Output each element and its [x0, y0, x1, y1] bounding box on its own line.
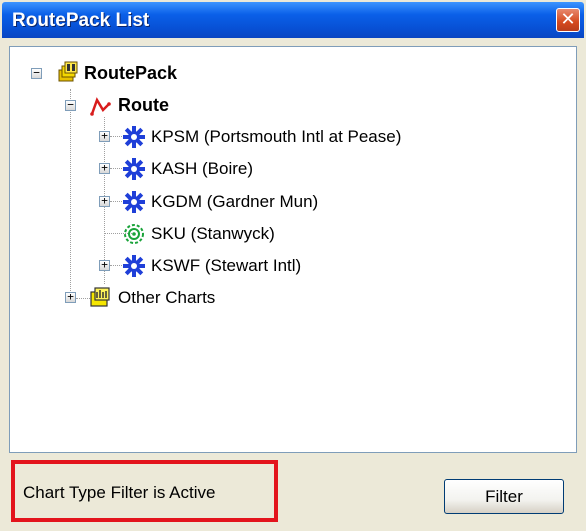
tree-node-waypoint[interactable]: SKU (Stanwyck): [10, 221, 510, 247]
collapse-toggle[interactable]: −: [65, 99, 76, 111]
tree-node-other-charts[interactable]: + Other Charts: [10, 285, 310, 311]
tree-node-label: Route: [118, 95, 169, 115]
route-icon: [90, 97, 111, 116]
filter-status-text: Chart Type Filter is Active: [23, 483, 216, 502]
title-bar[interactable]: RoutePack List ✕: [2, 2, 584, 38]
window-title: RoutePack List: [12, 10, 150, 31]
expand-toggle[interactable]: +: [65, 291, 76, 303]
tree-node-label: RoutePack: [84, 63, 178, 83]
close-button[interactable]: ✕: [556, 8, 580, 32]
tree-node-label: KASH (Boire): [151, 159, 254, 178]
airport-icon: [123, 158, 145, 180]
airport-icon: [123, 191, 145, 213]
expand-toggle[interactable]: +: [99, 259, 110, 271]
tree-node-waypoint[interactable]: + KGDM (Gardner Mun): [10, 189, 510, 215]
routepack-tree[interactable]: − RoutePack − Route + KPSM (Portsmouth I…: [9, 46, 577, 453]
airport-icon: [123, 255, 145, 277]
airport-icon: [123, 126, 145, 148]
tree-node-label: KSWF (Stewart Intl): [151, 256, 302, 275]
vor-icon: [124, 224, 144, 244]
tree-node-label: Other Charts: [118, 288, 216, 307]
charts-folder-icon: [90, 287, 110, 307]
tree-node-label: KGDM (Gardner Mun): [151, 192, 319, 211]
tree-node-route[interactable]: − Route: [10, 93, 310, 119]
tree-node-waypoint[interactable]: + KPSM (Portsmouth Intl at Pease): [10, 124, 510, 150]
tree-node-waypoint[interactable]: + KSWF (Stewart Intl): [10, 253, 510, 279]
collapse-toggle[interactable]: −: [31, 67, 42, 79]
tree-node-waypoint[interactable]: + KASH (Boire): [10, 156, 510, 182]
tree-node-label: KPSM (Portsmouth Intl at Pease): [151, 127, 402, 146]
filter-button[interactable]: Filter: [444, 479, 564, 514]
tree-node-label: SKU (Stanwyck): [151, 224, 275, 243]
routepack-icon: [58, 61, 78, 82]
tree-node-routepack[interactable]: − RoutePack: [10, 61, 310, 87]
routepack-list-window: RoutePack List ✕ − RoutePack − Route + K…: [0, 0, 586, 531]
expand-toggle[interactable]: +: [99, 195, 110, 207]
expand-toggle[interactable]: +: [99, 130, 110, 142]
expand-toggle[interactable]: +: [99, 162, 110, 174]
